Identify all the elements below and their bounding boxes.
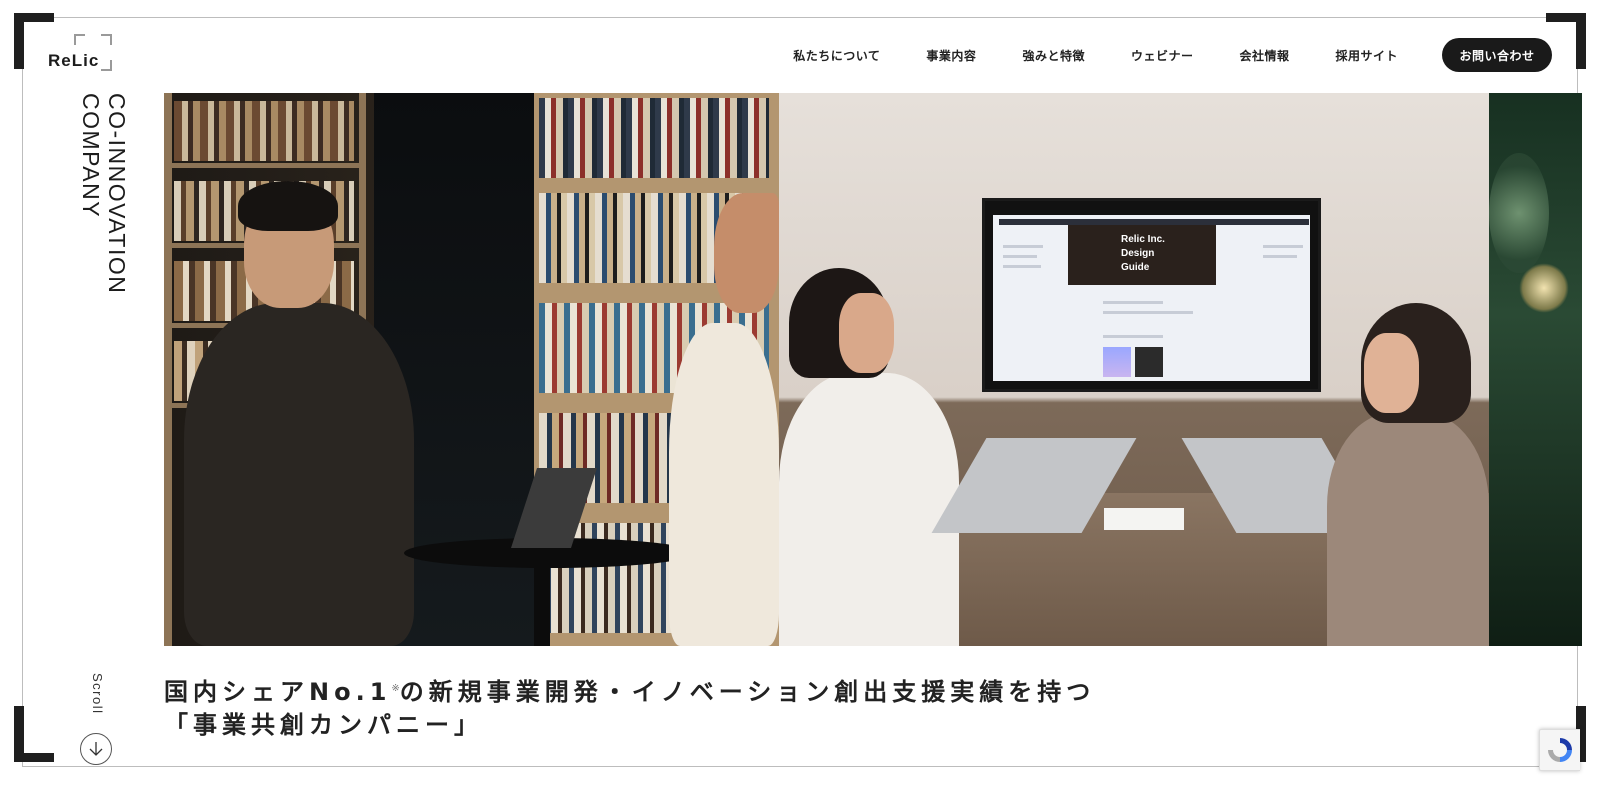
hero-image: Relic Inc. Design Guide [164, 93, 1582, 646]
person-man-hair [238, 181, 338, 231]
design-guide-text: Relic Inc. Design Guide [1121, 233, 1165, 275]
screen-sidebar-line [1003, 265, 1041, 268]
screen-swatch [1103, 347, 1131, 377]
screen-sidebar-line [1003, 245, 1043, 248]
screen-sidebar-line [1003, 255, 1037, 258]
headline-line-2: 「事業共創カンパニー」 [164, 711, 483, 739]
person-left-face [839, 293, 894, 373]
global-nav: 私たちについて 事業内容 強みと特徴 ウェビナー 会社情報 採用サイト お問い合… [747, 38, 1552, 72]
nav-item-business[interactable]: 事業内容 [926, 47, 976, 64]
hero-photo-meeting: Relic Inc. Design Guide [779, 93, 1489, 646]
logo-bracket-mark [74, 34, 85, 45]
logo-text: ReLic [48, 51, 100, 70]
headline-share: 国内シェアNo.1 [164, 678, 392, 706]
footnote-mark: ※ [391, 683, 400, 694]
person-woman-face [714, 193, 779, 313]
headline-line-1: 国内シェアNo.1※の新規事業開発・イノベーション創出支援実績を持つ [164, 672, 1095, 709]
screen-panel-line [1263, 245, 1303, 248]
screen-title-line: Design [1121, 248, 1155, 259]
person-right-face [1364, 333, 1419, 413]
nav-item-about[interactable]: 私たちについて [793, 47, 880, 64]
table-leg [534, 563, 550, 646]
shelf-board [164, 163, 364, 168]
scroll-down-button[interactable] [80, 733, 112, 765]
hero-headline: 国内シェアNo.1※の新規事業開発・イノベーション創出支援実績を持つ 「事業共創… [164, 672, 1095, 742]
scroll-label: Scroll [90, 673, 105, 715]
vertical-tagline: CO-INNOVATION COMPANY [78, 93, 130, 294]
recaptcha-icon [1548, 738, 1572, 762]
tagline-line-2: COMPANY [78, 93, 104, 219]
plant-leaves [1489, 153, 1549, 273]
nav-item-company[interactable]: 会社情報 [1239, 47, 1289, 64]
person-man [184, 303, 414, 646]
wall-monitor: Relic Inc. Design Guide [982, 198, 1321, 392]
corner-bracket-top-right [1546, 13, 1586, 69]
book-row [174, 101, 354, 161]
conference-speaker [1104, 508, 1184, 530]
headline-description: の新規事業開発・イノベーション創出支援実績を持つ [399, 678, 1096, 706]
frame-line-left [22, 17, 23, 767]
nav-item-recruit[interactable]: 採用サイト [1335, 47, 1398, 64]
person-woman [669, 323, 779, 646]
monitor-screen: Relic Inc. Design Guide [993, 215, 1310, 381]
nav-item-webinar[interactable]: ウェビナー [1131, 47, 1194, 64]
screen-title-line: Guide [1121, 262, 1150, 273]
contact-button[interactable]: お問い合わせ [1442, 38, 1552, 72]
screen-text-line [1103, 311, 1193, 314]
shelf-frame [164, 93, 172, 646]
person-right-woman [1327, 413, 1489, 646]
frame-line-top [22, 17, 1578, 18]
design-guide-card: Relic Inc. Design Guide [1068, 225, 1216, 285]
book-row [539, 98, 769, 178]
screen-title-line: Relic Inc. [1121, 234, 1165, 245]
logo-bracket-mark [101, 60, 112, 71]
corner-bracket-bottom-left [14, 706, 54, 762]
logo-bracket-mark [101, 34, 112, 45]
person-left-woman [779, 373, 959, 646]
tagline-line-1: CO-INNOVATION [104, 93, 130, 295]
nav-item-strengths[interactable]: 強みと特徴 [1022, 47, 1085, 64]
screen-swatch [1135, 347, 1163, 377]
screen-text-line [1103, 335, 1163, 338]
screen-panel-line [1263, 255, 1297, 258]
hero-photo-library [164, 93, 779, 646]
recaptcha-badge[interactable] [1539, 729, 1580, 771]
frame-line-bottom [22, 766, 1578, 767]
hero-photo-plants [1489, 93, 1582, 646]
screen-text-line [1103, 301, 1163, 304]
arrow-down-icon [89, 742, 103, 756]
relic-logo[interactable]: ReLic [48, 34, 114, 74]
